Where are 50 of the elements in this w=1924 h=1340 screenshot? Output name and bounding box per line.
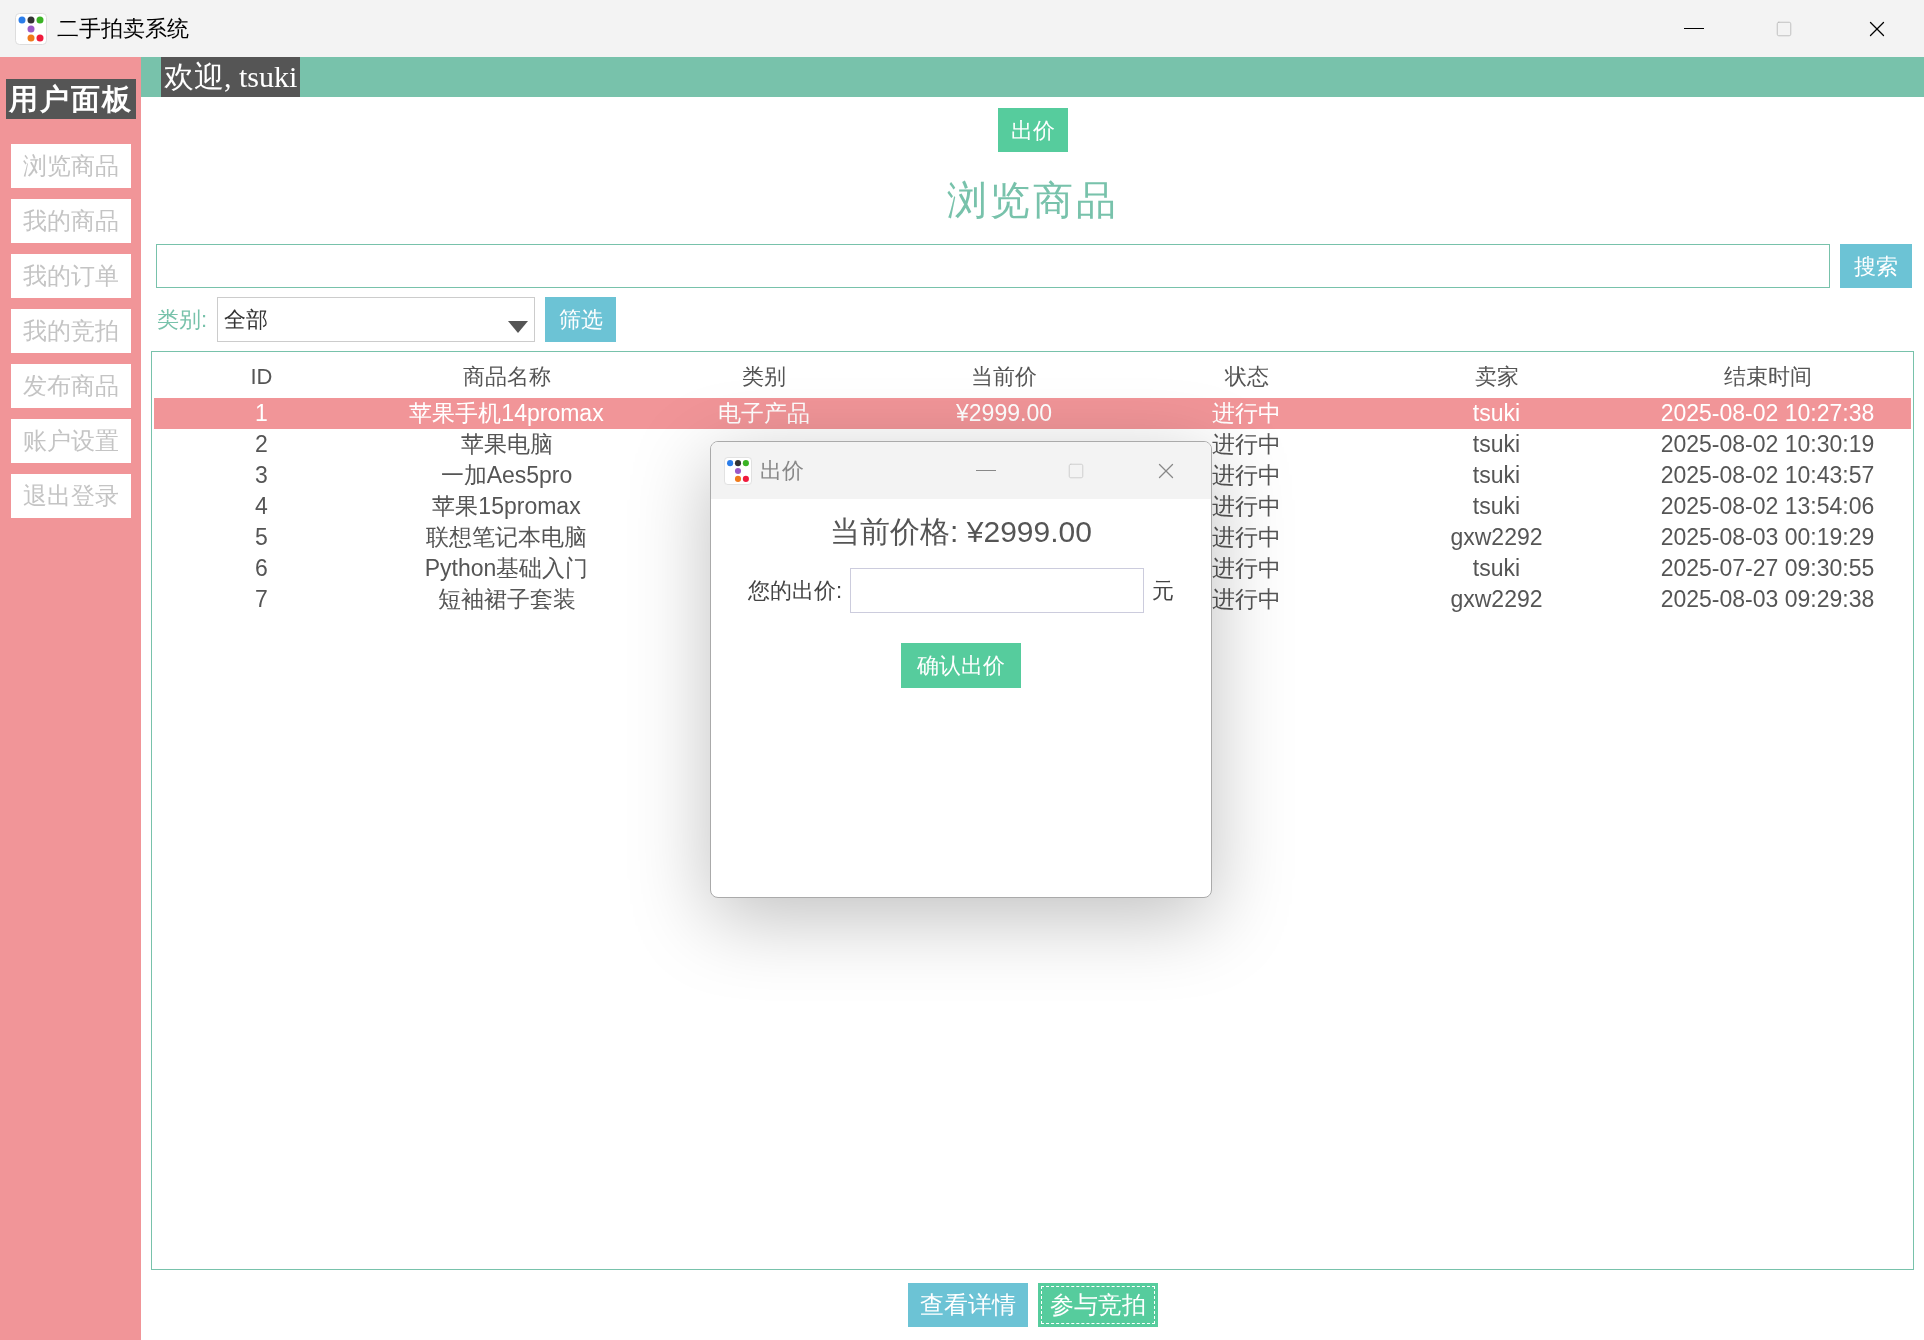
table-cell[interactable]: 联想笔记本电脑 bbox=[369, 522, 644, 553]
table-cell[interactable]: 2025-08-02 13:54:06 bbox=[1624, 491, 1911, 522]
category-label: 类别: bbox=[157, 306, 208, 334]
welcome-label: 欢迎, tsuki bbox=[161, 57, 301, 97]
column-header: 类别 bbox=[742, 362, 786, 391]
column-header: 状态 bbox=[1224, 362, 1269, 391]
table-cell[interactable]: 2025-08-03 09:29:38 bbox=[1624, 584, 1911, 615]
column-header: 结束时间 bbox=[1723, 362, 1812, 391]
table-cell[interactable]: Python基础入门 bbox=[369, 553, 644, 584]
table-cell[interactable]: 一加Aes5pro bbox=[369, 460, 644, 491]
table-cell[interactable]: 2025-08-02 10:43:57 bbox=[1624, 460, 1911, 491]
column-header: 当前价 bbox=[971, 362, 1037, 391]
bid-input-field[interactable] bbox=[850, 568, 1145, 613]
bid-label: 您的出价: bbox=[747, 577, 843, 605]
page-title: 浏览商品 bbox=[946, 177, 1119, 225]
unit-label: 元 bbox=[1152, 577, 1175, 605]
table-cell[interactable]: 2 bbox=[154, 429, 369, 460]
table-cell[interactable]: 苹果电脑 bbox=[369, 429, 644, 460]
table-cell[interactable]: 2025-08-03 00:19:29 bbox=[1624, 522, 1911, 553]
app-logo-icon bbox=[724, 456, 752, 485]
table-cell[interactable]: 2025-07-27 09:30:55 bbox=[1624, 553, 1911, 584]
table-cell[interactable]: gxw2292 bbox=[1369, 522, 1624, 553]
table-cell[interactable]: 7 bbox=[154, 584, 369, 615]
window-title: 二手拍卖系统 bbox=[57, 15, 189, 43]
search-field[interactable] bbox=[156, 244, 1830, 288]
minimize-icon bbox=[976, 469, 996, 472]
minimize-icon bbox=[1684, 27, 1704, 30]
dialog-title: 出价 bbox=[760, 457, 804, 485]
table-cell[interactable]: tsuki bbox=[1369, 553, 1624, 584]
table-cell[interactable]: tsuki bbox=[1369, 460, 1624, 491]
table-cell[interactable]: 6 bbox=[154, 553, 369, 584]
table-cell[interactable]: tsuki bbox=[1369, 429, 1624, 460]
category-select[interactable]: 全部 bbox=[217, 297, 536, 342]
column-header: 卖家 bbox=[1474, 362, 1519, 391]
table-cell[interactable]: 短袖裙子套装 bbox=[369, 584, 644, 615]
table-cell[interactable]: 3 bbox=[154, 460, 369, 491]
table-cell[interactable]: 苹果15promax bbox=[369, 491, 644, 522]
column-header: 商品名称 bbox=[462, 362, 551, 391]
maximize-icon bbox=[1067, 461, 1085, 480]
dropdown-arrow-icon bbox=[508, 321, 529, 333]
table-cell[interactable]: 5 bbox=[154, 522, 369, 553]
column-header: ID bbox=[250, 362, 273, 391]
table-cell[interactable]: tsuki bbox=[1369, 491, 1624, 522]
maximize-icon bbox=[1775, 19, 1793, 38]
table-cell[interactable]: 2025-08-02 10:30:19 bbox=[1624, 429, 1911, 460]
table-cell[interactable]: 4 bbox=[154, 491, 369, 522]
table-cell[interactable]: gxw2292 bbox=[1369, 584, 1624, 615]
app-logo-icon bbox=[15, 12, 47, 45]
current-price: 当前价格: ¥2999.00 bbox=[830, 514, 1092, 550]
sidebar-title: 用户面板 bbox=[5, 79, 136, 119]
